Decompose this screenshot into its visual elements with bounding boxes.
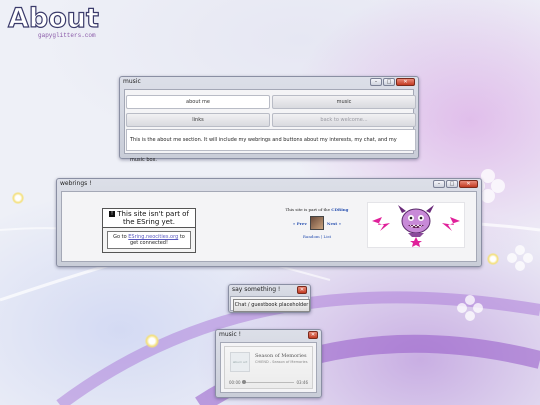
glow-orb <box>145 334 159 348</box>
character-banner[interactable] <box>367 202 465 248</box>
webrings-window-titlebar[interactable]: webrings ! – □ ✕ <box>57 179 481 190</box>
about-window-titlebar[interactable]: music – □ ✕ <box>120 77 418 88</box>
esring-notice: ! This site isn't part of the ESring yet… <box>102 208 196 253</box>
about-window: music – □ ✕ about me music links back to… <box>119 76 419 163</box>
window-title: music <box>123 78 141 85</box>
chat-window-body: Chat / guestbook placeholder <box>230 296 310 312</box>
music-player-body: album art Season of Memories CHIEND - Se… <box>220 342 317 393</box>
window-title: say something ! <box>232 286 281 293</box>
chat-window: say something ! ✕ Chat / guestbook place… <box>228 284 311 313</box>
ring-prev-link[interactable]: « Prev <box>293 221 307 226</box>
music-player: album art Season of Memories CHIEND - Se… <box>224 346 313 389</box>
webrings-window: webrings ! – □ ✕ ! This site isn't part … <box>56 178 482 267</box>
warning-icon: ! <box>109 211 116 217</box>
ring-thumbnail[interactable] <box>309 216 324 230</box>
window-title: webrings ! <box>60 180 92 187</box>
ring-random-link[interactable]: Random <box>303 234 320 239</box>
song-title: Season of Memories <box>255 353 307 359</box>
progress-bar[interactable] <box>243 382 294 383</box>
cdring-link[interactable]: CDRing <box>331 207 348 212</box>
minimize-button[interactable]: – <box>370 78 382 86</box>
music-player-window: music ! ✕ album art Season of Memories C… <box>215 329 322 398</box>
tab-about-me[interactable]: about me <box>126 95 270 109</box>
about-content-text: This is the about me section. It will in… <box>130 137 397 163</box>
about-content-panel: This is the about me section. It will in… <box>126 129 416 163</box>
minimize-button[interactable]: – <box>433 180 445 188</box>
esring-notice-body: Go to ESring.neocities.org to get connec… <box>107 231 191 249</box>
close-button[interactable]: ✕ <box>297 286 307 294</box>
tab-back-to-welcome[interactable]: back to welcome... <box>272 113 416 127</box>
close-button[interactable]: ✕ <box>459 180 478 188</box>
tab-music[interactable]: music <box>272 95 416 109</box>
esring-notice-title: ! This site isn't part of the ESring yet… <box>103 209 195 228</box>
ring-next-link[interactable]: Next » <box>327 221 341 226</box>
progress-knob[interactable] <box>242 380 246 384</box>
tab-links[interactable]: links <box>126 113 270 127</box>
cdring-widget: This site is part of the CDRing « Prev N… <box>257 207 377 239</box>
about-logo: About gapyglitters.com <box>7 3 99 39</box>
maximize-button[interactable]: □ <box>383 78 395 86</box>
time-total: 03:46 <box>296 380 308 385</box>
glow-orb <box>487 253 499 265</box>
glow-orb <box>12 192 24 204</box>
music-player-titlebar[interactable]: music ! ✕ <box>216 330 321 341</box>
chat-window-titlebar[interactable]: say something ! ✕ <box>229 285 310 296</box>
maximize-button[interactable]: □ <box>446 180 458 188</box>
cdring-text: This site is part of the CDRing <box>285 207 349 212</box>
album-art: album art <box>230 352 250 372</box>
logo-title: About <box>7 3 99 34</box>
chat-guestbook-button[interactable]: Chat / guestbook placeholder <box>233 299 310 312</box>
ring-list-link[interactable]: List <box>324 234 332 239</box>
window-title: music ! <box>219 331 242 338</box>
close-button[interactable]: ✕ <box>396 78 415 86</box>
pink-monster-graphic <box>372 205 460 247</box>
webrings-window-body: ! This site isn't part of the ESring yet… <box>61 191 477 262</box>
time-current: 00:00 <box>229 380 241 385</box>
about-window-body: about me music links back to welcome... … <box>124 89 416 163</box>
close-button[interactable]: ✕ <box>308 331 318 339</box>
logo-subtitle: gapyglitters.com <box>38 32 96 39</box>
song-artist: CHIEND - Season of Memories <box>255 360 308 364</box>
